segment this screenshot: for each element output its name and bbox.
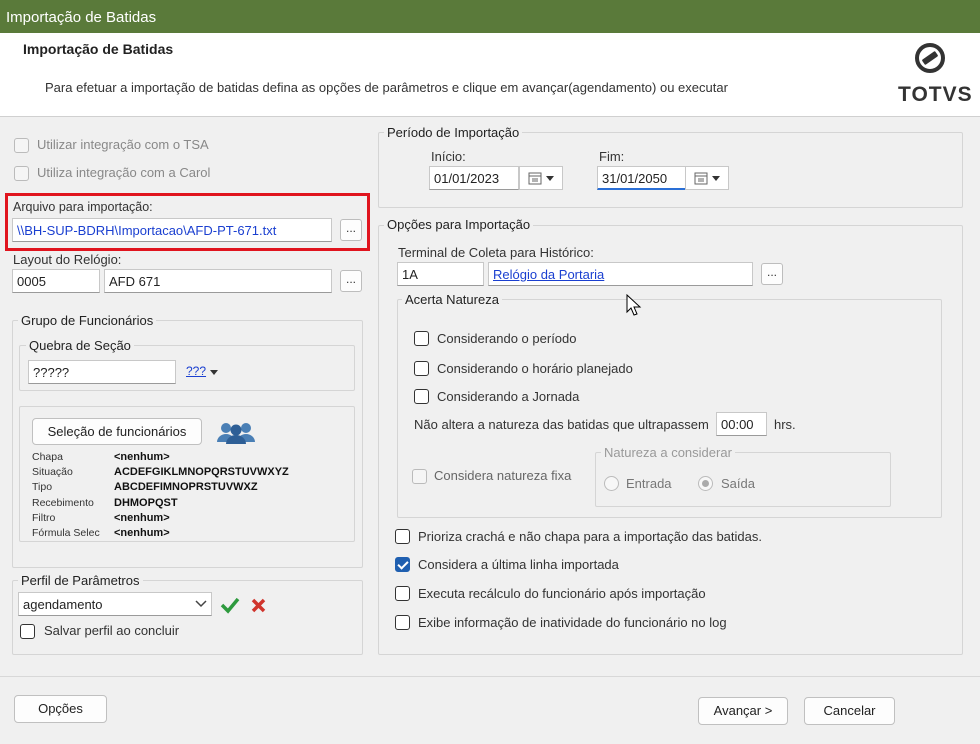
inicio-date-input[interactable]: 01/01/2023 [429, 166, 519, 190]
saida-label: Saída [721, 476, 755, 491]
natureza-fixa-checkbox[interactable] [412, 469, 427, 484]
inicio-label: Início: [431, 149, 466, 164]
layout-code-input[interactable]: 0005 [12, 269, 100, 293]
carol-checkbox[interactable] [14, 166, 29, 181]
terminal-browse-button[interactable]: ... [761, 263, 783, 285]
fim-label: Fim: [599, 149, 625, 164]
natureza-considerar-title: Natureza a considerar [601, 445, 735, 460]
selecao-key: Tipo [32, 481, 53, 494]
periodo-importacao-title: Período de Importação [384, 125, 523, 140]
selecao-key: Chapa [32, 451, 63, 463]
users-group-icon [217, 423, 255, 444]
considerando-jornada-checkbox[interactable] [414, 389, 429, 404]
mouse-cursor-icon [626, 294, 642, 316]
delete-x-icon[interactable] [250, 597, 267, 614]
avancar-button[interactable]: Avançar > [698, 697, 788, 725]
perfil-chevron-down-icon[interactable] [195, 600, 207, 608]
arquivo-browse-button[interactable]: ... [340, 219, 362, 241]
window-title: Importação de Batidas [6, 9, 157, 26]
selecao-value: ACDEFGIKLMNOPQRSTUVWXYZ [114, 466, 289, 479]
page-header: Importação de Batidas Para efetuar a imp… [0, 33, 980, 117]
ultima-linha-label: Considera a última linha importada [418, 557, 619, 572]
nao-altera-label: Não altera a natureza das batidas que ul… [414, 417, 709, 432]
entrada-label: Entrada [626, 476, 672, 491]
layout-browse-button[interactable]: ... [340, 270, 362, 292]
fim-date-input[interactable]: 31/01/2050 [597, 166, 687, 190]
chevron-down-icon [546, 176, 554, 181]
selecao-value: ABCDEFIMNOPRSTUVWXZ [114, 481, 258, 494]
considerando-periodo-checkbox[interactable] [414, 331, 429, 346]
carol-label: Utiliza integração com a Carol [37, 165, 211, 180]
selecao-key: Fórmula Selec [32, 527, 100, 539]
considerando-jornada-label: Considerando a Jornada [437, 389, 580, 404]
considerando-horario-checkbox[interactable] [414, 361, 429, 376]
selecao-value: <nenhum> [114, 527, 170, 539]
tsa-checkbox[interactable] [14, 138, 29, 153]
quebra-secao-selector[interactable]: ??? [186, 364, 206, 378]
recalculo-checkbox[interactable] [395, 586, 410, 601]
terminal-label: Terminal de Coleta para Histórico: [398, 245, 594, 260]
tsa-label: Utilizar integração com o TSA [37, 137, 209, 152]
window-titlebar: Importação de Batidas [0, 0, 980, 33]
prioriza-cracha-label: Prioriza crachá e não chapa para a impor… [418, 529, 762, 544]
quebra-dropdown-caret-icon[interactable] [210, 370, 218, 375]
fim-calendar-button[interactable] [685, 166, 729, 190]
opcoes-importacao-title: Opções para Importação [384, 217, 534, 232]
natureza-fixa-label: Considera natureza fixa [434, 468, 572, 483]
chevron-down-icon [712, 176, 720, 181]
recalculo-label: Executa recálculo do funcionário após im… [418, 586, 706, 601]
inatividade-checkbox[interactable] [395, 615, 410, 630]
grupo-funcionarios-title: Grupo de Funcionários [18, 313, 157, 328]
layout-label: Layout do Relógio: [13, 252, 122, 267]
totvs-logo-icon [915, 43, 945, 73]
calendar-icon [694, 172, 708, 185]
page-description: Para efetuar a importação de batidas def… [45, 80, 728, 95]
ultima-linha-checkbox[interactable] [395, 557, 410, 572]
salvar-perfil-checkbox[interactable] [20, 624, 35, 639]
prioriza-cracha-checkbox[interactable] [395, 529, 410, 544]
perfil-select[interactable]: agendamento [18, 592, 212, 616]
layout-name-input: AFD 671 [104, 269, 332, 293]
considerando-periodo-label: Considerando o período [437, 331, 577, 346]
salvar-perfil-label: Salvar perfil ao concluir [44, 623, 180, 638]
arquivo-label: Arquivo para importação: [13, 200, 153, 214]
saida-radio[interactable] [698, 476, 713, 491]
opcoes-button[interactable]: Opções [14, 695, 107, 723]
quebra-secao-title: Quebra de Seção [26, 338, 134, 353]
acerta-natureza-title: Acerta Natureza [402, 292, 502, 307]
perfil-parametros-title: Perfil de Parâmetros [18, 573, 143, 588]
selecao-funcionarios-button[interactable]: Seleção de funcionários [32, 418, 202, 445]
inicio-calendar-button[interactable] [519, 166, 563, 190]
terminal-name-input: Relógio da Portaria [488, 262, 753, 286]
terminal-name-link[interactable]: Relógio da Portaria [493, 267, 604, 282]
inatividade-label: Exibe informação de inatividade do funci… [418, 615, 727, 630]
selecao-key: Recebimento [32, 496, 94, 509]
terminal-code-input[interactable]: 1A [397, 262, 484, 286]
arquivo-input[interactable]: \\BH-SUP-BDRH\Importacao\AFD-PT-671.txt [12, 218, 332, 242]
considerando-horario-label: Considerando o horário planejado [437, 361, 633, 376]
page-title: Importação de Batidas [23, 41, 174, 57]
selecao-key: Filtro [32, 511, 56, 524]
selecao-value: <nenhum> [114, 511, 170, 524]
cancelar-button[interactable]: Cancelar [804, 697, 895, 725]
hrs-label: hrs. [774, 417, 796, 432]
entrada-radio[interactable] [604, 476, 619, 491]
quebra-secao-input[interactable]: ????? [28, 360, 176, 384]
confirm-check-icon[interactable] [220, 596, 240, 614]
nao-altera-time-input[interactable]: 00:00 [716, 412, 767, 436]
selecao-value: DHMOPQST [114, 496, 178, 509]
selecao-key: Situação [32, 466, 73, 479]
totvs-logo-text: TOTVS [898, 83, 973, 106]
selecao-value: <nenhum> [114, 451, 170, 463]
calendar-icon [528, 172, 542, 185]
